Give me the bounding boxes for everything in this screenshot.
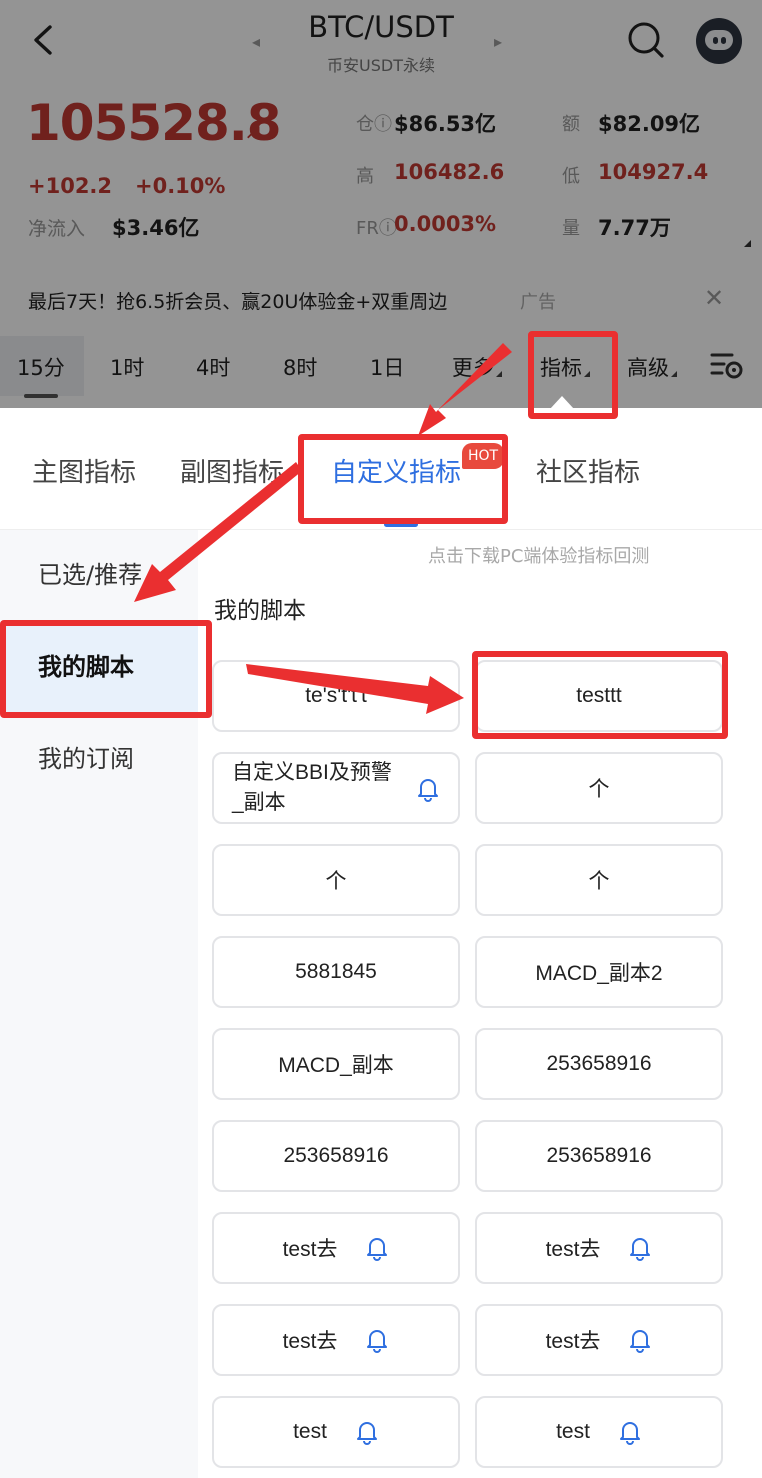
script-card[interactable]: test去 xyxy=(475,1212,723,1284)
tab-custom-indicators[interactable]: 自定义指标 xyxy=(331,452,461,489)
turnover-label: 额 xyxy=(562,114,580,135)
sidebar-item-my-subscriptions[interactable]: 我的订阅 xyxy=(0,714,198,804)
script-name: MACD_副本2 xyxy=(535,962,663,985)
script-name: te's't't't xyxy=(305,684,367,707)
dropdown-corner-icon xyxy=(584,371,590,377)
bell-icon xyxy=(619,1422,640,1445)
market-header: ◂ BTC/USDT 币安USDT永续 ▸ 105528.8 ↗ +102.2 … xyxy=(0,0,762,408)
script-card[interactable]: test去 xyxy=(475,1304,723,1376)
script-name: 个 xyxy=(588,870,610,893)
script-card[interactable]: 个 xyxy=(475,844,723,916)
timeframe-1h[interactable]: 1时 xyxy=(110,352,144,382)
script-card[interactable]: 个 xyxy=(212,844,460,916)
bell-icon xyxy=(356,1422,377,1445)
low-value: 104927.4 xyxy=(598,160,709,184)
timeframe-more[interactable]: 更多 xyxy=(452,352,502,382)
script-card[interactable]: 个 xyxy=(475,752,723,824)
timeframe-1d[interactable]: 1日 xyxy=(370,352,404,382)
script-card[interactable]: 253658916 xyxy=(212,1120,460,1192)
script-card[interactable]: test xyxy=(212,1396,460,1468)
script-card[interactable]: MACD_副本2 xyxy=(475,936,723,1008)
dropdown-corner-icon xyxy=(496,371,502,377)
netflow-value: $3.46亿 xyxy=(112,216,200,240)
search-icon[interactable] xyxy=(626,20,666,60)
script-card[interactable]: 253658916 xyxy=(475,1120,723,1192)
script-name: 自定义BBI及预警_副本 xyxy=(232,761,392,814)
price-up-arrow-icon: ↗ xyxy=(244,120,263,145)
script-card[interactable]: te's't't't xyxy=(212,660,460,732)
script-card[interactable]: test xyxy=(475,1396,723,1468)
high-label: 高 xyxy=(356,166,374,187)
script-name: 个 xyxy=(588,778,610,801)
script-card[interactable]: 253658916 xyxy=(475,1028,723,1100)
tab-community-indicators[interactable]: 社区指标 xyxy=(536,452,640,489)
low-label: 低 xyxy=(562,166,580,187)
last-price: 105528.8 xyxy=(26,94,282,152)
section-title: 我的脚本 xyxy=(214,598,306,624)
timeframe-bar: 15分 1时 4时 8时 1日 更多 指标 高级 xyxy=(0,336,762,398)
tab-active-indicator xyxy=(384,522,418,527)
script-name: MACD_副本 xyxy=(278,1054,394,1077)
netflow-label: 净流入 xyxy=(28,218,86,240)
timeframe-8h[interactable]: 8时 xyxy=(283,352,317,382)
indicator-panel: 主图指标 副图指标 自定义指标 HOT 社区指标 已选/推荐 我的脚本 我的订阅… xyxy=(0,408,762,1478)
script-card[interactable]: test去 xyxy=(212,1212,460,1284)
script-card[interactable]: testtt xyxy=(475,660,723,732)
expand-corner-icon[interactable] xyxy=(744,240,751,247)
price-change-abs: +102.2 xyxy=(28,174,113,198)
turnover-value: $82.09亿 xyxy=(598,112,701,136)
script-card[interactable]: 5881845 xyxy=(212,936,460,1008)
hot-badge: HOT xyxy=(462,443,505,469)
bell-icon xyxy=(367,1238,388,1261)
funding-rate-label[interactable]: FRⓘ xyxy=(356,214,397,240)
script-name: 5881845 xyxy=(295,960,377,983)
advanced-button[interactable]: 高级 xyxy=(627,352,677,382)
dropdown-corner-icon xyxy=(671,371,677,377)
volume-value: 7.77万 xyxy=(598,216,671,240)
pc-download-hint[interactable]: 点击下载PC端体验指标回测 xyxy=(428,542,649,568)
open-interest-value: $86.53亿 xyxy=(394,112,497,136)
script-name: 个 xyxy=(325,870,347,893)
script-name: 253658916 xyxy=(546,1144,652,1167)
script-card[interactable]: test去 xyxy=(212,1304,460,1376)
bell-icon xyxy=(630,1238,651,1261)
bell-icon xyxy=(367,1330,388,1353)
open-interest-label[interactable]: 仓ⓘ xyxy=(356,110,392,136)
funding-rate-value: 0.0003% xyxy=(394,212,497,236)
timeframe-active-indicator xyxy=(24,394,58,398)
ad-banner-text[interactable]: 最后7天！抢6.5折会员、赢20U体验金+双重周边 xyxy=(28,287,447,314)
timeframe-15m[interactable]: 15分 xyxy=(17,352,65,382)
script-name: testtt xyxy=(576,684,622,707)
tab-main-indicators[interactable]: 主图指标 xyxy=(32,452,136,489)
script-name: test去 xyxy=(282,1330,338,1353)
script-card[interactable]: 自定义BBI及预警_副本 xyxy=(212,752,460,824)
sidebar-item-my-scripts[interactable]: 我的脚本 xyxy=(0,622,198,712)
script-name: test去 xyxy=(545,1330,601,1353)
bell-icon xyxy=(418,779,438,802)
script-name: test去 xyxy=(282,1238,338,1261)
sidebar-item-selected-recommended[interactable]: 已选/推荐 xyxy=(0,530,198,620)
price-change-pct: +0.10% xyxy=(135,174,226,198)
popover-pointer xyxy=(550,396,574,409)
script-name: 253658916 xyxy=(283,1144,389,1167)
script-name: test去 xyxy=(545,1238,601,1261)
timeframe-4h[interactable]: 4时 xyxy=(196,352,230,382)
bell-icon xyxy=(630,1330,651,1353)
script-name: 253658916 xyxy=(546,1052,652,1075)
volume-label: 量 xyxy=(562,218,580,239)
next-pair-arrow[interactable]: ▸ xyxy=(494,32,502,51)
close-icon[interactable]: ✕ xyxy=(704,284,724,312)
chart-settings-icon[interactable] xyxy=(710,350,744,380)
script-name: test xyxy=(293,1420,327,1443)
high-value: 106482.6 xyxy=(394,160,505,184)
sidebar: 已选/推荐 我的脚本 我的订阅 xyxy=(0,530,198,1478)
script-card[interactable]: MACD_副本 xyxy=(212,1028,460,1100)
ad-tag: 广告 xyxy=(520,292,556,313)
indicators-button[interactable]: 指标 xyxy=(540,352,590,382)
tab-sub-indicators[interactable]: 副图指标 xyxy=(180,452,284,489)
robot-avatar-icon[interactable] xyxy=(696,18,742,64)
script-name: test xyxy=(556,1420,590,1443)
